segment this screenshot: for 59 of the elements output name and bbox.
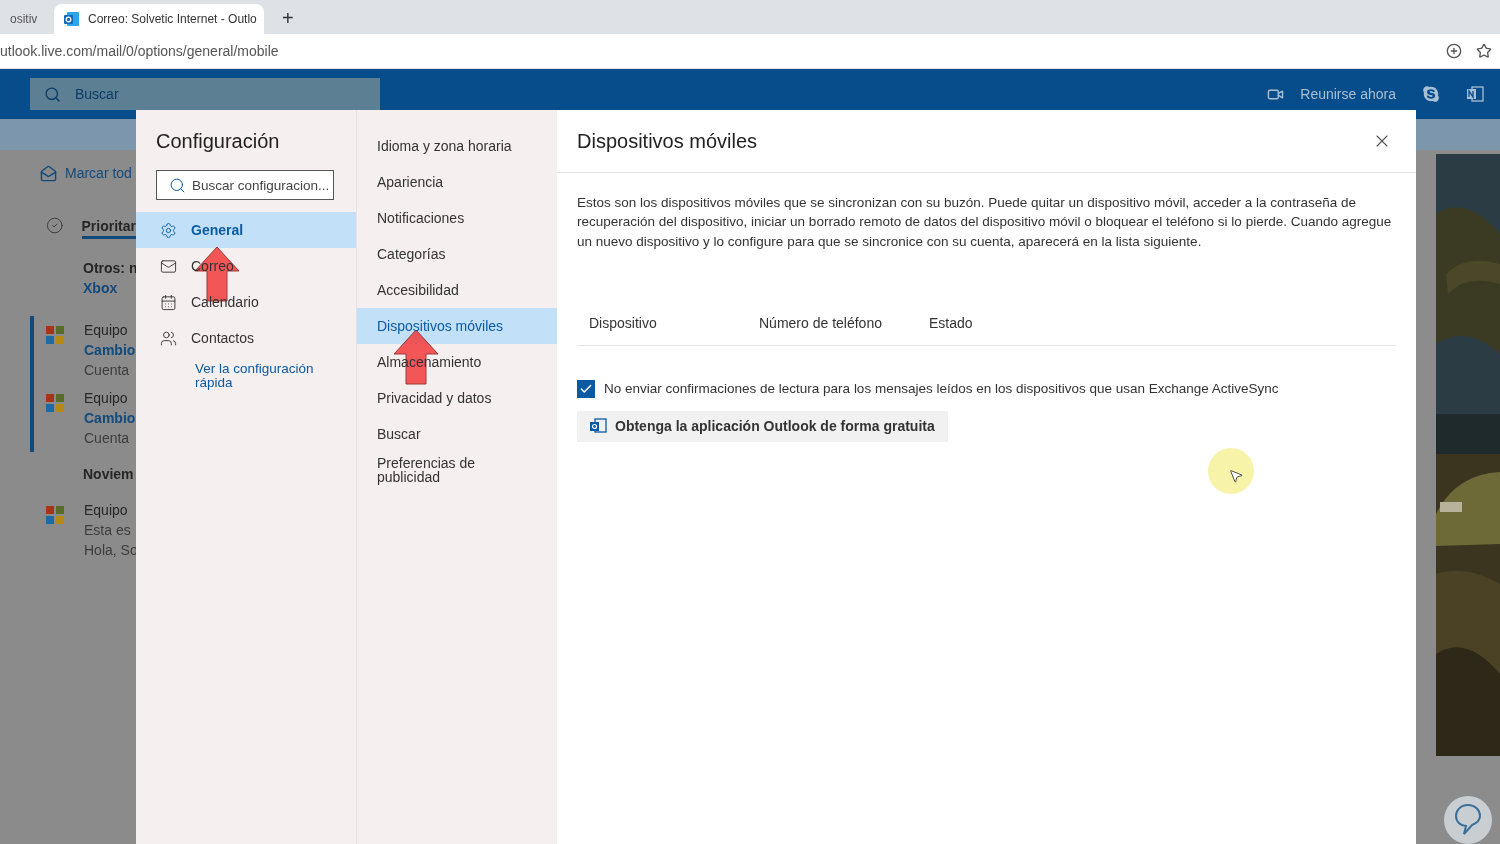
panel-title: Dispositivos móviles xyxy=(577,129,758,153)
mail-icon xyxy=(160,257,177,275)
windows-logo-icon xyxy=(46,326,64,344)
speech-bubble-icon xyxy=(1453,803,1483,837)
gear-icon xyxy=(160,221,177,239)
settings-category[interactable]: Calendario xyxy=(136,284,356,320)
column-header: Número de teléfono xyxy=(759,314,883,331)
message-sender: Equipo xyxy=(84,321,129,340)
check-circle-icon[interactable] xyxy=(46,215,64,235)
settings-subcategory[interactable]: Idioma y zona horaria xyxy=(357,128,557,164)
envelope-icon xyxy=(40,164,57,182)
people-icon xyxy=(160,329,177,347)
meet-now-button[interactable]: Reunirse ahora xyxy=(1267,85,1396,103)
settings-subcategory[interactable]: Dispositivos móviles xyxy=(357,308,557,344)
message-sender: Equipo xyxy=(84,389,129,408)
settings-subcategory[interactable]: Privacidad y datos xyxy=(357,380,557,416)
outlook-icon xyxy=(589,418,607,435)
checkbox-label: No enviar confirmaciones de lectura para los mensajes leídos en los dispositivos que usan Exchange ActiveSync xyxy=(604,381,1279,397)
tab-title: ositiv xyxy=(10,11,38,26)
calendar-icon xyxy=(160,293,177,311)
notebook-icon[interactable] xyxy=(1466,85,1484,103)
message-subject: Cambio xyxy=(84,409,136,428)
windows-logo-icon xyxy=(46,506,64,524)
message-preview: Cuenta xyxy=(84,429,131,448)
settings-category[interactable]: Contactos xyxy=(136,320,356,356)
message-subject: Cambio xyxy=(84,341,136,360)
skype-icon[interactable] xyxy=(1422,85,1440,103)
outlook-icon xyxy=(64,10,80,27)
message-sender: Equipo xyxy=(84,501,129,520)
settings-search-field[interactable]: Buscar configuracion... xyxy=(156,170,334,200)
add-icon[interactable] xyxy=(1446,42,1462,59)
settings-subcategory[interactable]: Notificaciones xyxy=(357,200,557,236)
browser-tab[interactable]: ositiv xyxy=(0,3,46,34)
help-button[interactable] xyxy=(1444,796,1492,844)
message-preview: Cuenta xyxy=(84,361,131,380)
settings-subcategory[interactable]: Categorías xyxy=(357,236,557,272)
notice-text: Otros: n xyxy=(83,259,136,278)
checkbox[interactable] xyxy=(577,379,595,398)
description-text: Estos son los dispositivos móviles que se sincronizan con su buzón. Puede quitar un dispositivo móvil, acceder a la contraseña de recuperación del dispositivo, iniciar un borrado remoto de datos del dispositivo móvil o bloquear el teléfono si lo pierde. Cuando agregue un nuevo dispositivo y lo configure para que se sincronice con su cuenta, aparecerá en la lista siguiente. xyxy=(577,194,1393,251)
new-tab-button[interactable]: + xyxy=(282,6,294,30)
column-header: Dispositivo xyxy=(589,314,658,331)
search-icon xyxy=(169,176,186,194)
settings-subcategory[interactable]: Buscar xyxy=(357,416,557,452)
browser-tab[interactable]: Correo: Solvetic Internet - Outlo xyxy=(54,3,264,34)
windows-logo-icon xyxy=(46,394,64,412)
quick-settings-link[interactable]: Ver la configuración rápida xyxy=(136,362,335,390)
search-icon xyxy=(44,85,61,103)
cursor-icon xyxy=(1228,468,1244,484)
settings-title: Configuración xyxy=(155,130,281,154)
star-icon[interactable] xyxy=(1476,42,1492,59)
get-app-button[interactable]: Obtenga la aplicación Outlook de forma gratuita xyxy=(577,410,948,442)
tab-title: Correo: Solvetic Internet - Outlo xyxy=(88,11,257,26)
date-heading: Noviem xyxy=(82,466,135,482)
message-subject: Esta es xyxy=(84,521,132,540)
settings-subcategory[interactable]: Preferencias de publicidad xyxy=(357,452,557,488)
settings-subcategory[interactable]: Apariencia xyxy=(357,164,557,200)
settings-category[interactable]: General xyxy=(136,212,356,248)
column-header: Estado xyxy=(929,314,974,331)
settings-subcategory[interactable]: Accesibilidad xyxy=(357,272,557,308)
